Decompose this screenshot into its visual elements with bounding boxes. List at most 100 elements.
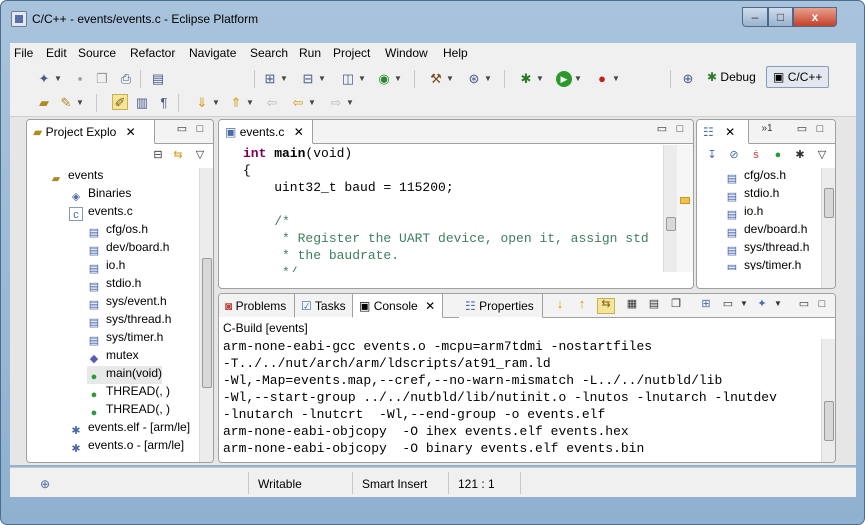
scroll-thumb[interactable] — [824, 188, 834, 218]
chevron-down-icon[interactable]: ▼ — [212, 95, 220, 111]
chevron-down-icon[interactable]: ▼ — [358, 71, 366, 87]
hide-fields-icon[interactable]: ⊘ — [727, 150, 741, 162]
external-tools-icon[interactable]: ● — [594, 71, 610, 87]
minimize-view-icon[interactable]: ▭ — [797, 299, 811, 311]
open-console-icon[interactable]: ⊞ — [699, 299, 713, 311]
new-console-icon[interactable]: ✦ — [755, 299, 769, 311]
chevron-down-icon[interactable]: ▼ — [446, 71, 454, 87]
scroll-thumb[interactable] — [824, 401, 834, 441]
show-whitespace-icon[interactable]: ¶ — [156, 95, 172, 111]
outline-item[interactable]: ▤ sys/timer.h — [725, 258, 802, 270]
chevron-down-icon[interactable]: ▼ — [308, 95, 316, 111]
last-edit-icon[interactable]: ⇦ — [264, 95, 280, 111]
menu-refactor[interactable]: Refactor — [130, 46, 175, 60]
chevron-down-icon[interactable]: ▼ — [484, 71, 492, 87]
chevron-down-icon[interactable]: ▼ — [76, 95, 84, 111]
outline-item[interactable]: ▤ dev/board.h — [725, 222, 808, 240]
new-folder-icon[interactable]: ⊟ — [300, 71, 316, 87]
chevron-down-icon[interactable]: ▼ — [318, 71, 326, 87]
warning-marker[interactable] — [680, 197, 690, 204]
tab-project-explorer[interactable]: ▰ Project Explo ✕ — [27, 120, 155, 144]
next-error-icon[interactable]: ↓ — [553, 297, 567, 311]
close-button[interactable]: x — [793, 7, 837, 27]
tree-item[interactable]: ▰ events — [49, 168, 104, 186]
chevron-down-icon[interactable]: ▼ — [394, 71, 402, 87]
tree-item[interactable]: ▤ io.h — [87, 258, 126, 276]
scroll-thumb[interactable] — [666, 217, 676, 231]
console-output[interactable]: arm-none-eabi-gcc events.o -mcpu=arm7tdm… — [219, 339, 821, 462]
hide-static-icon[interactable]: ṡ — [749, 150, 763, 162]
open-folder-icon[interactable]: ▰ — [36, 95, 52, 111]
tab-problems[interactable]: ◙ Problems — [219, 294, 295, 318]
minimize-button[interactable]: – — [742, 7, 768, 27]
scroll-thumb[interactable] — [202, 258, 212, 388]
menu-search[interactable]: Search — [250, 46, 288, 60]
tree-item[interactable]: ▤ sys/thread.h — [87, 312, 172, 330]
menu-window[interactable]: Window — [385, 46, 428, 60]
tab-console[interactable]: ▣ Console ✕ — [353, 294, 443, 318]
build-hammer-icon[interactable]: ⚒ — [428, 71, 444, 87]
tree-item[interactable]: ▤ sys/timer.h — [87, 330, 164, 348]
hide-nonpublic-icon[interactable]: ● — [771, 150, 785, 162]
chevron-down-icon[interactable]: ▼ — [346, 95, 354, 111]
link-editor-icon[interactable]: ⇆ — [171, 150, 185, 162]
cpp-perspective-button[interactable]: ▣ C/C++ — [766, 66, 830, 88]
sort-icon[interactable]: ↧ — [705, 150, 719, 162]
maximize-button[interactable]: □ — [768, 7, 793, 27]
print-icon[interactable]: ⎙ — [118, 71, 134, 87]
tree-item[interactable]: c events.c — [69, 204, 133, 222]
open-type-icon[interactable]: ◉ — [376, 71, 392, 87]
tab-events-c[interactable]: ▣ events.c ✕ — [219, 120, 313, 144]
save-icon[interactable]: ▪ — [72, 71, 88, 87]
tree-item[interactable]: ● THREAD(, ) — [87, 402, 170, 420]
tree-item[interactable]: ▤ sys/event.h — [87, 294, 167, 312]
prev-error-icon[interactable]: ↑ — [575, 297, 589, 311]
chevron-down-icon[interactable]: ▼ — [246, 95, 254, 111]
pin-console-icon[interactable]: ▤ — [647, 299, 661, 311]
chevron-down-icon[interactable]: ▼ — [536, 71, 544, 87]
chevron-down-icon[interactable]: ▼ — [612, 71, 620, 87]
menu-source[interactable]: Source — [78, 46, 116, 60]
back-icon[interactable]: ⇦ — [290, 95, 306, 111]
outline-item[interactable]: ▤ io.h — [725, 204, 764, 222]
copy-icon[interactable]: ❐ — [669, 299, 683, 311]
close-icon[interactable]: ✕ — [126, 125, 136, 139]
explorer-scrollbar[interactable] — [199, 168, 213, 462]
tree-item[interactable]: ▤ stdio.h — [87, 276, 142, 294]
tree-item[interactable]: ◈ Binaries — [69, 186, 132, 204]
more-views-label[interactable]: »1 — [757, 124, 777, 136]
chevron-down-icon[interactable]: ▼ — [737, 299, 751, 311]
tab-properties[interactable]: ☷ Properties — [459, 294, 543, 318]
menu-file[interactable]: File — [14, 46, 33, 60]
maximize-view-icon[interactable]: □ — [673, 124, 687, 136]
console-scrollbar[interactable] — [821, 339, 835, 462]
tree-item[interactable]: ◆ mutex — [87, 348, 139, 366]
next-annotation-icon[interactable]: ⇓ — [194, 95, 210, 111]
outline-item[interactable]: ▤ sys/thread.h — [725, 240, 810, 258]
view-menu-icon[interactable]: ▽ — [815, 150, 829, 162]
editor-scrollbar[interactable] — [663, 145, 677, 272]
new-class-icon[interactable]: ◫ — [340, 71, 356, 87]
tree-item[interactable]: ● THREAD(, ) — [87, 384, 170, 402]
chevron-down-icon[interactable]: ▼ — [54, 71, 62, 87]
menu-help[interactable]: Help — [443, 46, 468, 60]
code-editor[interactable]: int main(void) { uint32_t baud = 115200;… — [223, 146, 663, 272]
view-menu-icon[interactable]: ▽ — [193, 150, 207, 162]
tab-tasks[interactable]: ☑ Tasks — [295, 294, 353, 318]
tab-outline[interactable]: ☷ ✕ — [697, 120, 749, 144]
tree-item[interactable]: ✱ events.elf - [arm/le] — [69, 420, 190, 438]
save-all-icon[interactable]: ❐ — [94, 71, 110, 87]
close-icon[interactable]: ✕ — [425, 299, 435, 313]
outline-item[interactable]: ▤ stdio.h — [725, 186, 780, 204]
menu-edit[interactable]: Edit — [46, 46, 67, 60]
forward-icon[interactable]: ⇨ — [328, 95, 344, 111]
display-console-icon[interactable]: ▭ — [721, 299, 735, 311]
menu-run[interactable]: Run — [299, 46, 321, 60]
target-icon[interactable]: ⊛ — [466, 71, 482, 87]
outline-scrollbar[interactable] — [821, 168, 835, 288]
close-icon[interactable]: ✕ — [725, 125, 735, 139]
binary-file-icon[interactable]: ▤ — [150, 71, 166, 87]
maximize-view-icon[interactable]: □ — [815, 299, 829, 311]
hide-macros-icon[interactable]: ✱ — [793, 150, 807, 162]
debug-perspective-button[interactable]: ✱ Debug — [700, 66, 763, 88]
